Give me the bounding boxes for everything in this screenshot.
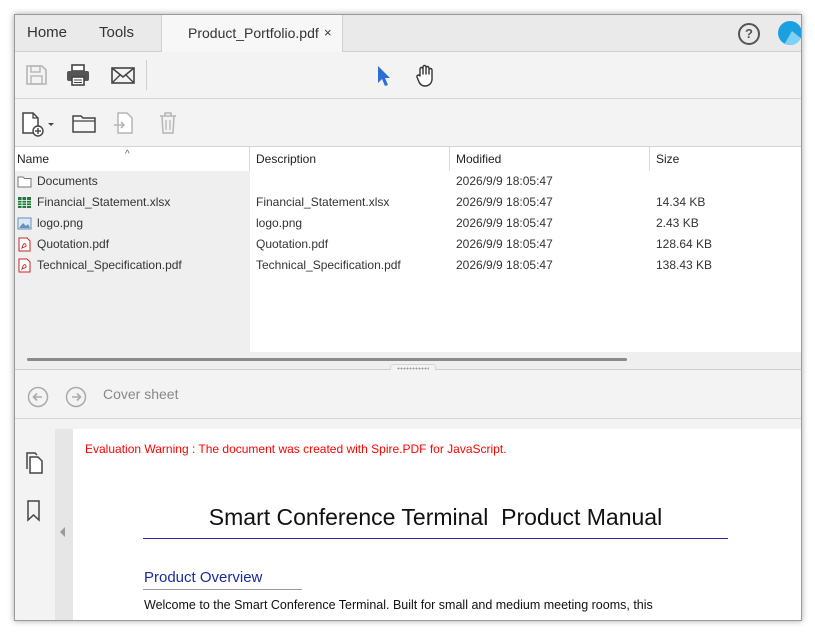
pages-icon[interactable] bbox=[23, 451, 45, 475]
table-row[interactable]: Documents 2026/9/9 18:05:47 bbox=[15, 171, 801, 192]
add-file-icon[interactable] bbox=[19, 109, 57, 137]
pdf-viewer-window: Home Tools Product_Portfolio.pdf × ? Nam… bbox=[14, 14, 802, 621]
file-modified: 2026/9/9 18:05:47 bbox=[456, 237, 553, 251]
column-header-name[interactable]: Name ^ bbox=[15, 147, 250, 171]
file-description: Quotation.pdf bbox=[256, 237, 329, 251]
file-size: 128.64 KB bbox=[656, 237, 713, 251]
file-name: Quotation.pdf bbox=[37, 237, 110, 251]
title-underline bbox=[143, 538, 728, 539]
image-icon bbox=[17, 217, 32, 230]
column-header-size[interactable]: Size bbox=[654, 147, 801, 171]
tab-home[interactable]: Home bbox=[27, 15, 67, 51]
print-icon[interactable] bbox=[64, 61, 92, 89]
tab-bar: Home Tools Product_Portfolio.pdf × ? bbox=[15, 15, 801, 52]
column-header-description[interactable]: Description bbox=[254, 147, 450, 171]
attachments-toolbar bbox=[15, 99, 801, 147]
table-row[interactable]: Financial_Statement.xlsx Financial_State… bbox=[15, 192, 801, 213]
table-row[interactable]: Quotation.pdf Quotation.pdf 2026/9/9 18:… bbox=[15, 234, 801, 255]
collapse-arrow-icon[interactable] bbox=[60, 527, 65, 537]
spreadsheet-icon bbox=[18, 197, 31, 208]
file-description: Financial_Statement.xlsx bbox=[256, 195, 390, 209]
sort-ascending-icon: ^ bbox=[125, 149, 130, 160]
extract-file-icon[interactable] bbox=[110, 109, 138, 137]
bookmark-icon[interactable] bbox=[23, 499, 45, 523]
panel-collapse-gutter[interactable] bbox=[55, 429, 73, 620]
email-icon[interactable] bbox=[109, 61, 137, 89]
pdf-icon bbox=[18, 258, 31, 273]
file-modified: 2026/9/9 18:05:47 bbox=[456, 258, 553, 272]
tab-tools[interactable]: Tools bbox=[99, 15, 134, 51]
next-arrow-icon[interactable] bbox=[65, 386, 87, 408]
file-size: 138.43 KB bbox=[656, 258, 713, 272]
save-icon[interactable] bbox=[22, 61, 50, 89]
file-modified: 2026/9/9 18:05:47 bbox=[456, 216, 553, 230]
scrollbar-thumb[interactable] bbox=[27, 358, 627, 361]
evaluation-warning: Evaluation Warning : The document was cr… bbox=[85, 442, 507, 456]
pdf-icon bbox=[18, 237, 31, 252]
main-toolbar bbox=[15, 52, 801, 99]
delete-icon[interactable] bbox=[154, 109, 182, 137]
column-header-name-label: Name bbox=[17, 152, 50, 166]
preview-navigation-bar: Cover sheet bbox=[15, 370, 801, 419]
hand-pan-icon[interactable] bbox=[412, 61, 440, 89]
tab-document-label: Product_Portfolio.pdf bbox=[188, 25, 319, 41]
select-pointer-icon[interactable] bbox=[369, 61, 397, 89]
file-modified: 2026/9/9 18:05:47 bbox=[456, 195, 553, 209]
document-page-preview: Evaluation Warning : The document was cr… bbox=[73, 429, 801, 620]
section-heading: Product Overview bbox=[144, 569, 263, 586]
file-name: Documents bbox=[37, 174, 98, 188]
body-paragraph: Welcome to the Smart Conference Terminal… bbox=[144, 598, 653, 612]
file-size: 2.43 KB bbox=[656, 216, 699, 230]
file-name: Financial_Statement.xlsx bbox=[37, 195, 171, 209]
table-row[interactable]: Technical_Specification.pdf Technical_Sp… bbox=[15, 255, 801, 276]
folder-icon bbox=[17, 176, 32, 188]
tab-document[interactable]: Product_Portfolio.pdf × bbox=[161, 15, 343, 52]
account-icon-shape bbox=[784, 31, 801, 45]
file-name: logo.png bbox=[37, 216, 84, 230]
file-description: Technical_Specification.pdf bbox=[256, 258, 401, 272]
open-folder-icon[interactable] bbox=[70, 109, 98, 137]
section-underline bbox=[143, 589, 302, 590]
close-tab-icon[interactable]: × bbox=[324, 15, 332, 51]
account-icon[interactable] bbox=[778, 21, 801, 45]
column-header-modified[interactable]: Modified bbox=[454, 147, 650, 171]
attachments-table: Name ^ Description Modified Size Documen… bbox=[15, 147, 801, 352]
document-title: Smart Conference Terminal Product Manual bbox=[208, 504, 663, 530]
previous-arrow-icon[interactable] bbox=[27, 386, 49, 408]
help-icon[interactable]: ? bbox=[738, 23, 760, 45]
file-size: 14.34 KB bbox=[656, 195, 706, 209]
navigation-panel-rail bbox=[15, 419, 55, 620]
file-name: Technical_Specification.pdf bbox=[37, 258, 182, 272]
file-description: logo.png bbox=[256, 216, 303, 230]
file-modified: 2026/9/9 18:05:47 bbox=[456, 174, 553, 188]
table-row[interactable]: logo.png logo.png 2026/9/9 18:05:47 2.43… bbox=[15, 213, 801, 234]
toolbar-divider bbox=[146, 60, 147, 90]
cover-sheet-label[interactable]: Cover sheet bbox=[103, 386, 178, 402]
